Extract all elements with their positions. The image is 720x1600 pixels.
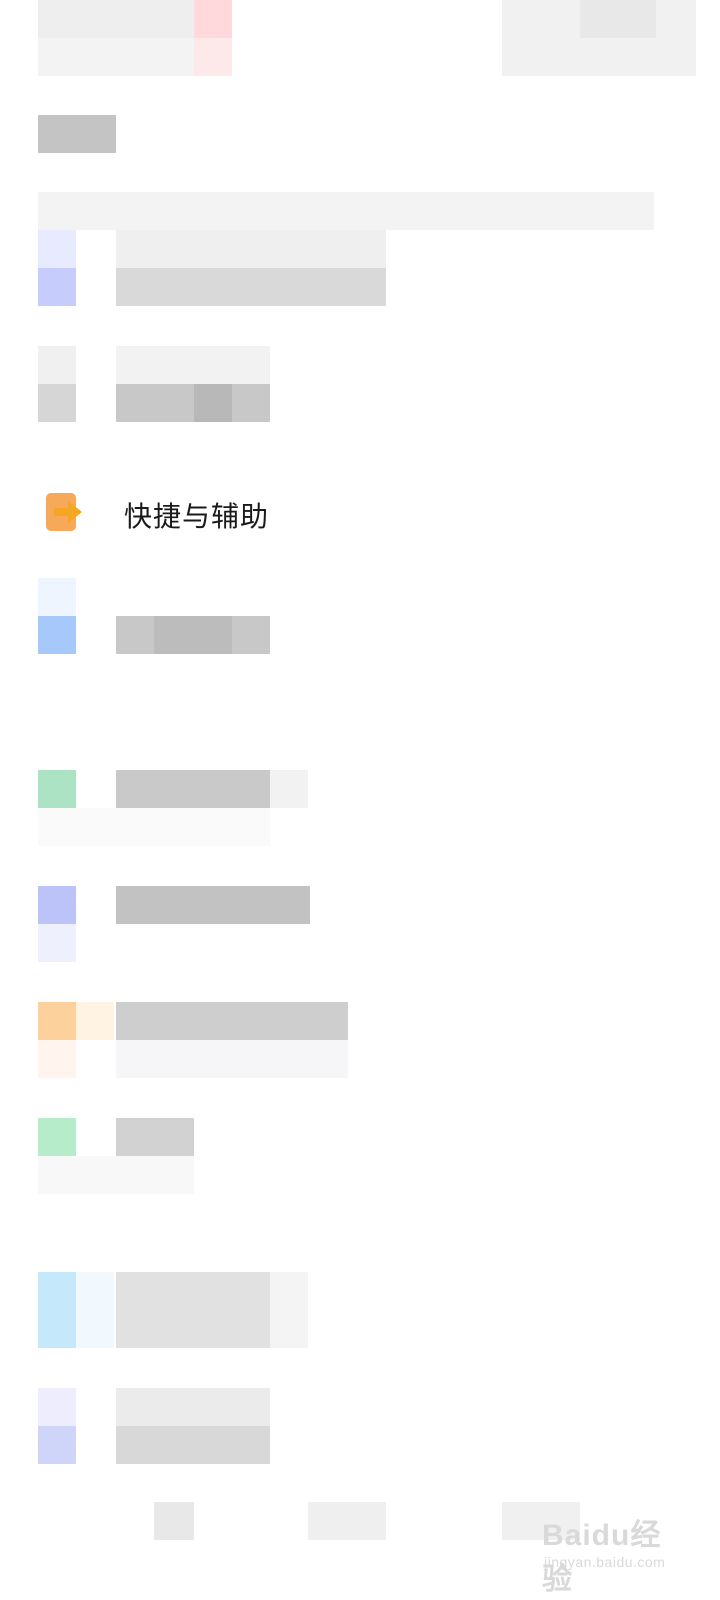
nav-item[interactable] <box>308 1502 386 1540</box>
list-item[interactable] <box>0 1388 720 1468</box>
list-item-icon <box>38 924 76 962</box>
list-item-icon <box>38 616 76 654</box>
list-item-icon <box>38 1118 76 1156</box>
list-item-icon <box>38 1002 76 1040</box>
watermark-url: jingyan.baidu.com <box>544 1554 666 1570</box>
list-item-label <box>116 1002 348 1040</box>
list-item-label <box>154 616 232 654</box>
list-item[interactable] <box>0 346 720 426</box>
status-bar-red-block <box>194 38 232 76</box>
search-bar[interactable] <box>38 192 654 230</box>
list-item-label <box>270 770 308 808</box>
list-item-icon <box>38 384 76 422</box>
list-item-label <box>116 384 270 422</box>
list-item-icon <box>38 770 76 808</box>
list-item-sub <box>38 808 270 846</box>
status-bar-left-block <box>38 0 194 38</box>
arrow-right-folder-icon <box>44 490 88 534</box>
list-item[interactable] <box>0 770 720 850</box>
list-item-icon <box>38 346 76 384</box>
list-item-icon <box>76 1002 114 1040</box>
list-item-label <box>116 268 386 306</box>
list-item-label <box>116 1272 270 1348</box>
list-item[interactable] <box>0 886 720 966</box>
list-item-sub <box>116 1040 348 1078</box>
settings-item-label: 快捷与辅助 <box>124 500 270 533</box>
list-item-label <box>116 1118 194 1156</box>
list-item-label <box>116 1426 270 1464</box>
list-item-icon <box>38 1426 76 1464</box>
list-item-icon <box>38 268 76 306</box>
list-item[interactable] <box>0 1272 720 1352</box>
list-item-label <box>116 770 270 808</box>
list-item-icon <box>76 1272 114 1348</box>
list-item-label <box>116 1388 270 1426</box>
list-item-label <box>194 384 232 422</box>
status-bar-left-block <box>38 38 194 76</box>
list-item-label <box>116 346 270 384</box>
list-item-label <box>116 886 310 924</box>
list-item-icon <box>38 1388 76 1426</box>
status-bar <box>0 0 720 80</box>
list-item-icon <box>38 886 76 924</box>
page-title <box>38 115 116 153</box>
list-item-icon <box>38 230 76 268</box>
list-item-icon <box>38 1272 76 1348</box>
list-item[interactable] <box>0 578 720 658</box>
watermark-logo: Baidu经验 jingyan.baidu.com <box>542 1498 672 1596</box>
list-item-label <box>270 1272 308 1348</box>
status-bar-right-block <box>580 0 656 38</box>
settings-item-shortcut[interactable] <box>0 470 720 556</box>
list-item[interactable] <box>0 1118 720 1198</box>
status-bar-red-block <box>194 0 232 38</box>
nav-item[interactable] <box>154 1502 194 1540</box>
list-item-icon <box>38 1040 76 1078</box>
list-item-sub <box>38 1156 194 1194</box>
list-item[interactable] <box>0 1002 720 1082</box>
list-item[interactable] <box>0 230 720 310</box>
list-item-icon <box>38 578 76 616</box>
list-item-label <box>116 230 386 268</box>
